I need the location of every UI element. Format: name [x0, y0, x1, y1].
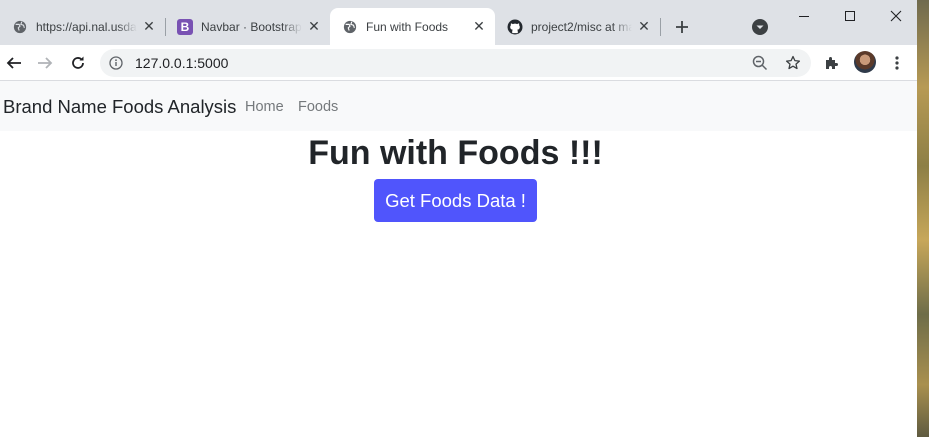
page-title: Fun with Foods !!!: [308, 134, 603, 172]
tab-title: https://api.nal.usda.gov: [36, 19, 137, 34]
address-bar[interactable]: 127.0.0.1:5000: [100, 49, 811, 77]
bootstrap-icon: B: [177, 18, 193, 35]
globe-icon: [342, 19, 358, 35]
close-icon[interactable]: ✕: [306, 18, 322, 35]
tab-search-button[interactable]: [750, 17, 770, 37]
maximize-button[interactable]: [827, 0, 873, 32]
tab-usda-api[interactable]: https://api.nal.usda.gov ✕: [0, 8, 165, 45]
browser-toolbar: 127.0.0.1:5000: [0, 45, 917, 81]
tab-title: project2/misc at main: [531, 19, 632, 34]
globe-icon: [12, 19, 28, 35]
new-tab-button[interactable]: [670, 15, 694, 39]
github-icon: [507, 19, 523, 35]
bookmark-star-icon[interactable]: [783, 53, 803, 73]
tab-title: Navbar · Bootstrap: [201, 19, 302, 34]
extensions-puzzle-icon[interactable]: [818, 49, 846, 77]
close-icon[interactable]: ✕: [636, 18, 652, 35]
nav-link-home[interactable]: Home: [245, 81, 284, 133]
nav-link-foods[interactable]: Foods: [298, 81, 338, 133]
tab-separator: [660, 18, 661, 36]
info-icon[interactable]: [108, 55, 124, 71]
navbar-brand[interactable]: Brand Name Foods Analysis: [3, 81, 236, 133]
browser-window: https://api.nal.usda.gov ✕ B Navbar · Bo…: [0, 0, 917, 437]
desktop-wallpaper: [917, 0, 929, 437]
close-window-button[interactable]: [873, 0, 919, 32]
minimize-button[interactable]: [781, 0, 827, 32]
tab-fun-with-foods[interactable]: Fun with Foods ✕: [330, 8, 495, 45]
menu-kebab-icon[interactable]: [883, 49, 911, 77]
tab-github-project2[interactable]: project2/misc at main ✕: [495, 8, 660, 45]
zoom-out-icon[interactable]: [750, 53, 770, 73]
tab-strip: https://api.nal.usda.gov ✕ B Navbar · Bo…: [0, 0, 917, 45]
profile-avatar[interactable]: [854, 51, 876, 73]
get-foods-data-button[interactable]: Get Foods Data !: [374, 179, 537, 222]
close-icon[interactable]: ✕: [141, 18, 157, 35]
tab-bootstrap-navbar[interactable]: B Navbar · Bootstrap ✕: [165, 8, 330, 45]
url-text[interactable]: 127.0.0.1:5000: [135, 49, 228, 77]
site-navbar: Brand Name Foods Analysis Home Foods: [0, 81, 917, 131]
reload-button[interactable]: [64, 49, 92, 77]
forward-button[interactable]: [31, 49, 59, 77]
tab-title: Fun with Foods: [366, 19, 449, 34]
back-button[interactable]: [0, 49, 28, 77]
close-icon[interactable]: ✕: [471, 18, 487, 35]
